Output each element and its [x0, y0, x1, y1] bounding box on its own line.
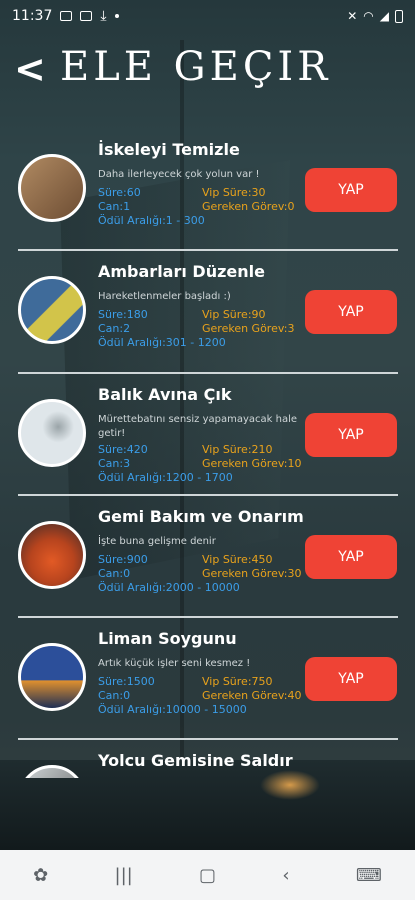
home-icon[interactable]: ▢ [199, 865, 216, 886]
task-image [18, 521, 86, 589]
task-title: Balık Avına Çık [98, 385, 232, 404]
task-card: Balık Avına Çık Mürettebatını sensiz yap… [0, 373, 415, 493]
more-notifications-icon [114, 14, 119, 18]
task-duration: Süre:420 [98, 443, 148, 456]
task-reward-range: Ödül Aralığı:301 - 1200 [98, 336, 226, 349]
task-title: İskeleyi Temizle [98, 140, 240, 159]
task-health: Can:3 [98, 457, 131, 470]
task-description: Daha ilerleyecek çok yolun var ! [98, 169, 260, 180]
task-health: Can:1 [98, 200, 131, 213]
task-duration: Süre:1500 [98, 675, 155, 688]
task-health: Can:2 [98, 322, 131, 335]
task-list[interactable]: İskeleyi Temizle Daha ilerleyecek çok yo… [0, 128, 415, 778]
battery-icon [395, 9, 403, 23]
task-title: Yolcu Gemisine Saldır [98, 751, 293, 770]
task-title: Liman Soygunu [98, 629, 237, 648]
task-vip-duration: Vip Süre:210 [202, 443, 273, 456]
task-title: Ambarları Düzenle [98, 262, 265, 281]
task-card: Liman Soygunu Artık küçük işler seni kes… [0, 617, 415, 737]
task-reward-range: Ödül Aralığı:1200 - 1700 [98, 471, 233, 484]
task-required: Gereken Görev:30 [202, 567, 302, 580]
keyboard-icon[interactable]: ⌨ [356, 865, 382, 886]
task-required: Gereken Görev:3 [202, 322, 295, 335]
recent-apps-icon[interactable]: ||| [115, 865, 133, 886]
task-image [18, 154, 86, 222]
task-card: Gemi Bakım ve Onarım İşte buna gelişme d… [0, 495, 415, 615]
task-required: Gereken Görev:10 [202, 457, 302, 470]
task-image [18, 399, 86, 467]
task-image [18, 643, 86, 711]
back-nav-icon[interactable]: ‹ [282, 865, 289, 886]
task-reward-range: Ödül Aralığı:1 - 300 [98, 214, 205, 227]
back-button[interactable]: < [14, 50, 46, 88]
task-vip-duration: Vip Süre:90 [202, 308, 266, 321]
task-reward-range: Ödül Aralığı:2000 - 10000 [98, 581, 240, 594]
task-duration: Süre:900 [98, 553, 148, 566]
task-card: İskeleyi Temizle Daha ilerleyecek çok yo… [0, 128, 415, 248]
task-image [18, 276, 86, 344]
task-health: Can:0 [98, 689, 131, 702]
task-description: Artık küçük işler seni kesmez ! [98, 658, 251, 669]
image-notification-icon [60, 11, 73, 21]
task-title: Gemi Bakım ve Onarım [98, 507, 304, 526]
do-task-button[interactable]: YAP [305, 168, 397, 212]
status-time: 11:37 [12, 8, 53, 24]
cup-notification-icon [80, 11, 93, 21]
task-health: Can:0 [98, 567, 131, 580]
do-task-button[interactable]: YAP [305, 535, 397, 579]
do-task-button[interactable]: YAP [305, 657, 397, 701]
task-required: Gereken Görev:40 [202, 689, 302, 702]
do-task-button[interactable]: YAP [305, 290, 397, 334]
task-card: Ambarları Düzenle Hareketlenmeler başlad… [0, 250, 415, 370]
do-task-button[interactable]: YAP [305, 413, 397, 457]
task-duration: Süre:180 [98, 308, 148, 321]
task-description: İşte buna gelişme denir [98, 536, 216, 547]
header: < ELE GEÇIR [0, 34, 415, 104]
download-icon: ⤓ [100, 8, 107, 24]
task-vip-duration: Vip Süre:450 [202, 553, 273, 566]
wifi-icon: ◠ [363, 9, 374, 23]
signal-icon: ◢ [379, 9, 389, 23]
task-vip-duration: Vip Süre:30 [202, 186, 266, 199]
chevron-left-icon[interactable]: < [14, 47, 46, 91]
task-reward-range: Ödül Aralığı:10000 - 15000 [98, 703, 247, 716]
page-title: ELE GEÇIR [60, 44, 332, 90]
task-image [18, 765, 86, 778]
task-vip-duration: Vip Süre:750 [202, 675, 273, 688]
task-card: Yolcu Gemisine Saldır [0, 739, 415, 778]
mute-icon: ✕ [347, 9, 358, 23]
task-description: Mürettebatını sensiz yapamayacak hale ge… [98, 414, 298, 439]
assistant-icon[interactable]: ✿ [33, 865, 48, 886]
system-navigation-bar: ✿ ||| ▢ ‹ ⌨ [0, 850, 415, 900]
task-duration: Süre:60 [98, 186, 141, 199]
task-description: Hareketlenmeler başladı :) [98, 291, 231, 302]
status-bar: 11:37 ⤓ ✕ ◠ ◢ [0, 0, 415, 32]
task-required: Gereken Görev:0 [202, 200, 295, 213]
